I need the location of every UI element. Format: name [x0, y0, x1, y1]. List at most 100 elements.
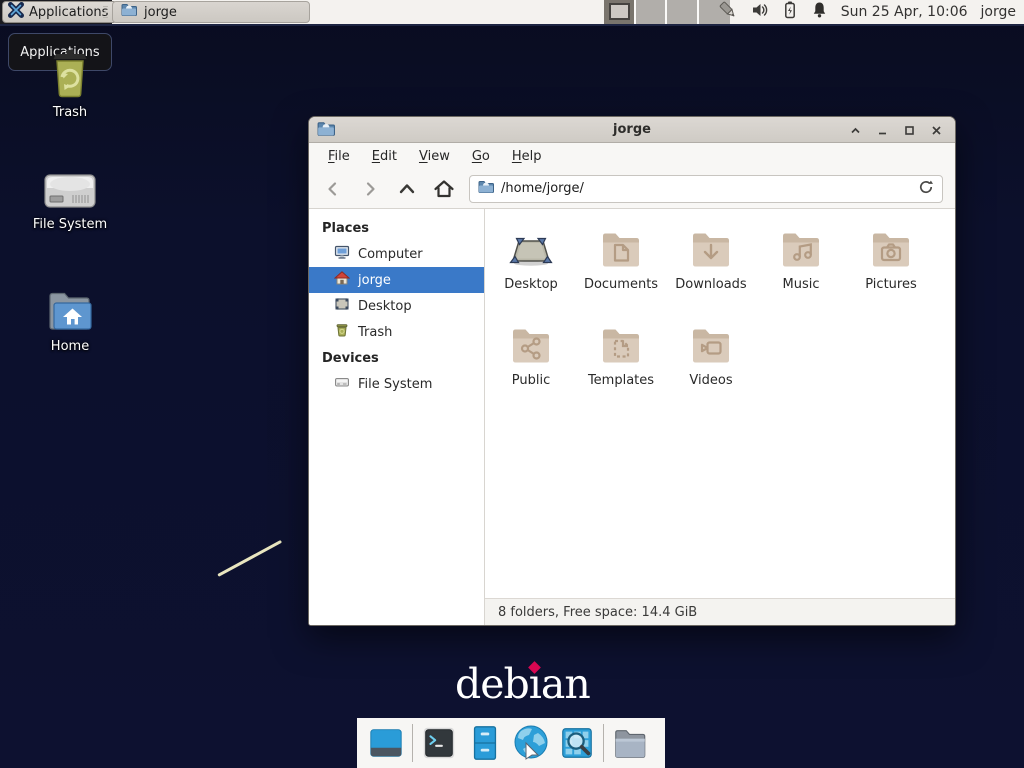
workspace-3[interactable]	[667, 0, 699, 24]
home-button[interactable]	[432, 177, 456, 201]
applications-label: Applications	[29, 5, 108, 20]
xfce-logo-icon	[8, 2, 24, 22]
panel-user[interactable]: jorge	[981, 4, 1016, 20]
web-browser-icon[interactable]	[511, 723, 551, 763]
folder-video-icon	[666, 321, 756, 369]
folder-label: Documents	[576, 277, 666, 292]
menu-edit[interactable]: Edit	[361, 145, 408, 168]
desktop-icon-label: Home	[22, 339, 118, 354]
up-button[interactable]	[395, 177, 419, 201]
folder-label: Public	[486, 373, 576, 388]
folder-item-music[interactable]: Music	[756, 223, 846, 319]
folder-camera-icon	[846, 225, 936, 273]
workspace-switcher	[604, 0, 730, 24]
bell-icon[interactable]	[811, 1, 828, 23]
folder-share-icon	[486, 321, 576, 369]
reload-icon[interactable]	[918, 179, 934, 199]
taskbar-window-label: jorge	[144, 5, 177, 20]
desktop-special-icon	[486, 225, 576, 273]
workspace-window-thumb	[609, 3, 630, 20]
menu-view[interactable]: View	[408, 145, 461, 168]
sidebar-item-computer[interactable]: Computer	[309, 241, 484, 267]
menu-help[interactable]: Help	[501, 145, 553, 168]
folder-label: Pictures	[846, 277, 936, 292]
panel-grip-handle[interactable]	[103, 6, 108, 18]
file-manager-icon[interactable]	[610, 723, 650, 763]
folder-item-videos[interactable]: Videos	[666, 319, 756, 415]
sidebar-item-desktop[interactable]: Desktop	[309, 293, 484, 319]
dock-separator	[412, 724, 413, 762]
folder-template-icon	[576, 321, 666, 369]
hard-drive-icon	[22, 170, 118, 212]
maximize-button[interactable]	[901, 122, 918, 139]
terminal-icon[interactable]	[419, 723, 459, 763]
places-header: Places	[309, 215, 484, 241]
folder-label: Templates	[576, 373, 666, 388]
folder-item-downloads[interactable]: Downloads	[666, 223, 756, 319]
show-desktop-icon[interactable]	[366, 723, 406, 763]
forward-button[interactable]	[358, 177, 382, 201]
debian-logo-text: an	[541, 660, 590, 708]
toolbar: /home/jorge/	[309, 169, 955, 209]
folder-label: Videos	[666, 373, 756, 388]
file-list-area[interactable]: Desktop Documents	[485, 209, 955, 625]
house-icon	[334, 270, 350, 290]
app-finder-icon[interactable]	[557, 723, 597, 763]
menu-bar: File Edit View Go Help	[309, 143, 955, 169]
desktop-icon	[334, 296, 350, 316]
folder-item-public[interactable]: Public	[486, 319, 576, 415]
battery-icon[interactable]	[782, 0, 798, 24]
sidebar-label: File System	[358, 377, 432, 392]
icon-grid: Desktop Documents	[486, 223, 946, 415]
path-input[interactable]: /home/jorge/	[501, 181, 911, 196]
wallpaper-streak	[217, 540, 282, 577]
stylus-icon[interactable]	[718, 0, 738, 24]
close-button[interactable]	[928, 122, 945, 139]
menu-go[interactable]: Go	[461, 145, 501, 168]
panel-clock[interactable]: Sun 25 Apr, 10:06	[841, 4, 968, 20]
sidebar-label: Desktop	[358, 299, 412, 314]
menu-file[interactable]: File	[317, 145, 361, 168]
folder-document-icon	[576, 225, 666, 273]
status-bar: 8 folders, Free space: 14.4 GiB	[485, 598, 955, 625]
workspace-2[interactable]	[636, 0, 668, 24]
file-cabinet-icon[interactable]	[465, 723, 505, 763]
folder-label: Music	[756, 277, 846, 292]
window-titlebar[interactable]: jorge	[309, 117, 955, 143]
bottom-dock	[357, 718, 665, 768]
folder-item-pictures[interactable]: Pictures	[846, 223, 936, 319]
minimize-button[interactable]	[874, 122, 891, 139]
folder-window-icon	[121, 3, 137, 21]
desktop-icon-label: File System	[22, 217, 118, 232]
devices-header: Devices	[309, 345, 484, 371]
trash-icon	[22, 48, 118, 100]
sidebar: Places Computer	[309, 209, 485, 625]
folder-item-templates[interactable]: Templates	[576, 319, 666, 415]
folder-item-documents[interactable]: Documents	[576, 223, 666, 319]
desktop-icon-file-system[interactable]: File System	[22, 170, 118, 232]
desktop-icon-home[interactable]: Home	[22, 288, 118, 354]
sidebar-item-jorge[interactable]: jorge	[309, 267, 484, 293]
sidebar-label: Computer	[358, 247, 423, 262]
dock-separator	[603, 724, 604, 762]
folder-music-icon	[756, 225, 846, 273]
system-tray: Sun 25 Apr, 10:06 jorge	[718, 0, 1024, 24]
applications-button[interactable]: Applications	[2, 1, 117, 23]
sidebar-item-file-system[interactable]: File System	[309, 371, 484, 397]
shade-button[interactable]	[847, 122, 864, 139]
drive-icon	[334, 374, 350, 394]
desktop-icon-trash[interactable]: Trash	[22, 48, 118, 120]
taskbar-window-button[interactable]: jorge	[112, 1, 310, 23]
debian-logo: debıan	[455, 660, 590, 708]
sidebar-item-trash[interactable]: Trash	[309, 319, 484, 345]
folder-label: Desktop	[486, 277, 576, 292]
workspace-1[interactable]	[604, 0, 636, 24]
volume-icon[interactable]	[751, 1, 769, 23]
file-manager-window: jorge File Edit View Go Help	[308, 116, 956, 626]
sidebar-label: jorge	[358, 273, 391, 288]
folder-item-desktop[interactable]: Desktop	[486, 223, 576, 319]
path-bar[interactable]: /home/jorge/	[469, 175, 943, 203]
back-button[interactable]	[321, 177, 345, 201]
top-panel: Applications jorge	[0, 0, 1024, 26]
trash-small-icon	[334, 322, 350, 342]
